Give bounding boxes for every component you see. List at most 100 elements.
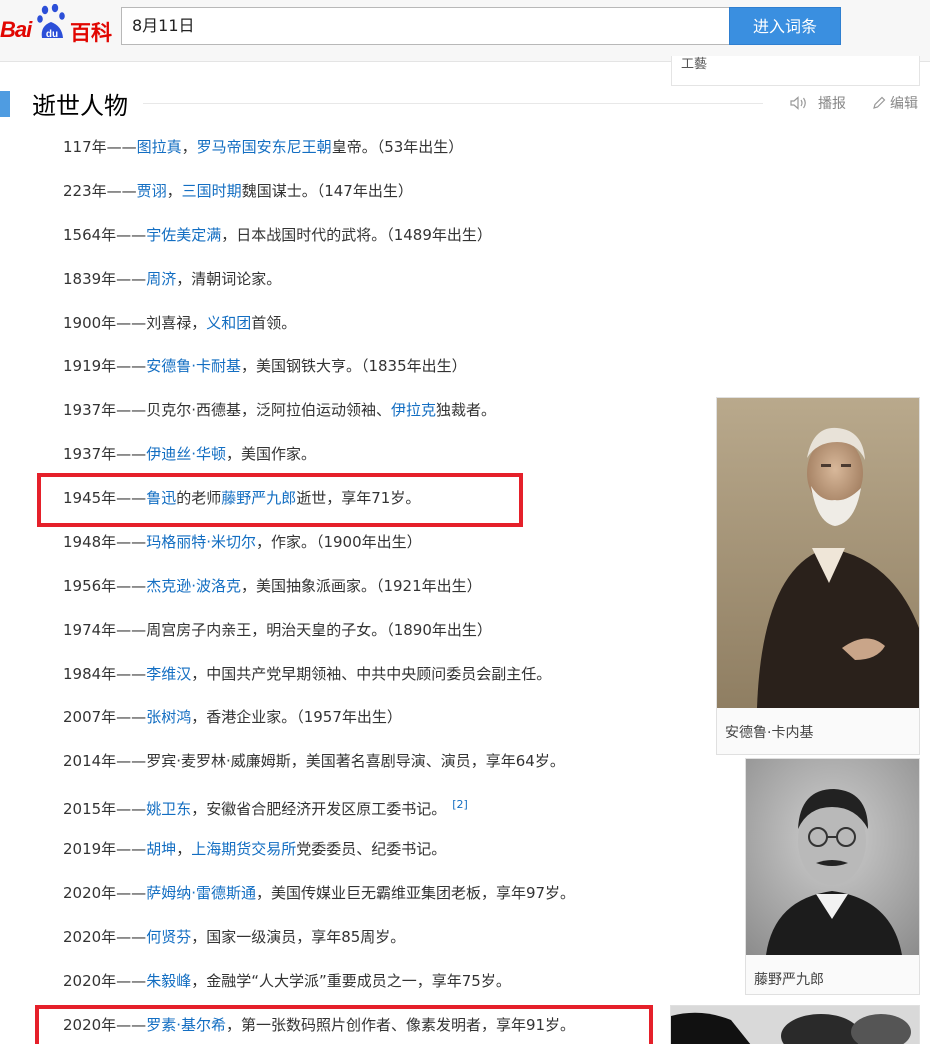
highlight-box-1945 bbox=[37, 473, 523, 527]
list-item: 2020年——萨姆纳·雷德斯通，美国传媒业巨无霸维亚集团老板，享年97岁。 bbox=[63, 881, 575, 905]
list-item: 2019年——胡坤，上海期货交易所党委委员、纪委书记。 bbox=[63, 837, 446, 861]
list-item-text: ，中国共产党早期领袖、中共中央顾问委员会副主任。 bbox=[191, 665, 552, 683]
entry-link[interactable]: 朱毅峰 bbox=[146, 972, 191, 990]
list-item-text: ，美国抽象派画家。（1921年出生） bbox=[240, 577, 482, 595]
list-item-text: 独裁者。 bbox=[435, 401, 496, 419]
list-item-text: ，国家一级演员，享年85周岁。 bbox=[191, 928, 406, 946]
carnegie-photo bbox=[717, 398, 919, 708]
entry-link[interactable]: 伊拉克 bbox=[391, 401, 436, 419]
entry-link[interactable]: 义和团 bbox=[206, 314, 251, 332]
list-item-date: 1956年—— bbox=[63, 577, 147, 595]
entry-link[interactable]: 玛格丽特·米切尔 bbox=[146, 533, 256, 551]
list-item-date: 1937年—— bbox=[63, 401, 147, 419]
baidu-baike-logo[interactable]: Bai du 百科 bbox=[0, 4, 112, 45]
list-item-text: ，安徽省合肥经济开发区原工委书记。 bbox=[191, 800, 447, 818]
edit-label: 编辑 bbox=[890, 96, 918, 112]
entry-link[interactable]: 图拉真 bbox=[137, 138, 182, 156]
list-item: 1900年——刘喜禄，义和团首领。 bbox=[63, 311, 296, 335]
list-item: 1956年——杰克逊·波洛克，美国抽象派画家。（1921年出生） bbox=[63, 574, 482, 598]
list-item-date: 117年—— bbox=[63, 138, 137, 156]
section-divider bbox=[143, 103, 763, 104]
list-item-text: ，日本战国时代的武将。（1489年出生） bbox=[221, 226, 492, 244]
list-item-text: ，美国传媒业巨无霸维亚集团老板，享年97岁。 bbox=[255, 884, 576, 902]
picture-card-carnegie[interactable]: 安德鲁·卡内基 bbox=[716, 397, 920, 755]
top-bar: Bai du 百科 8月11日 进入词条 bbox=[0, 0, 930, 62]
search-input[interactable]: 8月11日 bbox=[121, 7, 729, 45]
list-item-text: ，清朝词论家。 bbox=[176, 270, 282, 288]
list-item: 1984年——李维汉，中国共产党早期领袖、中共中央顾问委员会副主任。 bbox=[63, 662, 551, 686]
pencil-icon bbox=[873, 96, 886, 109]
entry-link[interactable]: 安德鲁·卡耐基 bbox=[146, 357, 241, 375]
enter-entry-button[interactable]: 进入词条 bbox=[729, 7, 841, 45]
list-item-date: 2015年—— bbox=[63, 800, 147, 818]
list-item-text: 贝克尔·西德基，泛阿拉伯运动领袖、 bbox=[146, 401, 391, 419]
section-accent-bar bbox=[0, 91, 10, 117]
entry-link[interactable]: 胡坤 bbox=[146, 840, 176, 858]
entry-link[interactable]: 杰克逊·波洛克 bbox=[146, 577, 241, 595]
entry-link[interactable]: 罗马帝国安东尼王朝 bbox=[197, 138, 332, 156]
list-item: 2020年——何贤芬，国家一级演员，享年85周岁。 bbox=[63, 925, 405, 949]
list-item-date: 2014年—— bbox=[63, 752, 147, 770]
list-item-date: 1948年—— bbox=[63, 533, 147, 551]
edit-button[interactable]: 编辑 bbox=[872, 93, 918, 113]
entry-link[interactable]: 伊迪丝·华顿 bbox=[146, 445, 226, 463]
entry-link[interactable]: 贾诩 bbox=[137, 182, 167, 200]
list-item: 2014年——罗宾·麦罗林·威廉姆斯，美国著名喜剧导演、演员，享年64岁。 bbox=[63, 749, 565, 773]
list-item: 1839年——周济，清朝词论家。 bbox=[63, 267, 281, 291]
entry-link[interactable]: 何贤芬 bbox=[146, 928, 191, 946]
broadcast-button[interactable]: 播报 bbox=[790, 93, 846, 113]
list-item-date: 2019年—— bbox=[63, 840, 147, 858]
list-item: 1564年——宇佐美定满，日本战国时代的武将。（1489年出生） bbox=[63, 223, 492, 247]
list-item: 1919年——安德鲁·卡耐基，美国钢铁大亨。（1835年出生） bbox=[63, 354, 467, 378]
entry-link[interactable]: 李维汉 bbox=[146, 665, 191, 683]
list-item: 2007年——张树鸿，香港企业家。（1957年出生） bbox=[63, 705, 402, 729]
entry-link[interactable]: 周济 bbox=[146, 270, 176, 288]
list-item-text: ， bbox=[166, 182, 182, 200]
list-item: 1974年——周宫房子内亲王，明治天皇的子女。（1890年出生） bbox=[63, 618, 492, 642]
list-item-text: 党委委员、纪委书记。 bbox=[296, 840, 447, 858]
list-item: 2020年——朱毅峰，金融学“人大学派”重要成员之一，享年75岁。 bbox=[63, 969, 511, 993]
list-item-text: ，香港企业家。（1957年出生） bbox=[191, 708, 402, 726]
list-item: 117年——图拉真，罗马帝国安东尼王朝皇帝。（53年出生） bbox=[63, 135, 463, 159]
list-item-date: 1900年—— bbox=[63, 314, 147, 332]
list-item-date: 2007年—— bbox=[63, 708, 147, 726]
list-item-date: 2020年—— bbox=[63, 928, 147, 946]
carnegie-caption: 安德鲁·卡内基 bbox=[725, 725, 814, 741]
entry-link[interactable]: 萨姆纳·雷德斯通 bbox=[146, 884, 256, 902]
section-title: 逝世人物 bbox=[32, 92, 128, 120]
list-item-text: ，作家。（1900年出生） bbox=[255, 533, 422, 551]
list-item-date: 1984年—— bbox=[63, 665, 147, 683]
list-item-text: 刘喜禄， bbox=[146, 314, 207, 332]
list-item-date: 2020年—— bbox=[63, 972, 147, 990]
list-item-text: 魏国谋士。（147年出生） bbox=[241, 182, 413, 200]
list-item: 1937年——贝克尔·西德基，泛阿拉伯运动领袖、伊拉克独裁者。 bbox=[63, 398, 496, 422]
picture-card-fujino[interactable]: 藤野严九郎 bbox=[745, 758, 920, 995]
list-item-date: 1937年—— bbox=[63, 445, 147, 463]
list-item-text: 皇帝。（53年出生） bbox=[331, 138, 464, 156]
list-item-date: 223年—— bbox=[63, 182, 137, 200]
list-item-text: ，美国作家。 bbox=[225, 445, 316, 463]
list-item-text: ，金融学“人大学派”重要成员之一，享年75岁。 bbox=[191, 972, 511, 990]
speaker-icon bbox=[790, 96, 806, 110]
entry-link[interactable]: 张树鸿 bbox=[146, 708, 191, 726]
entry-link[interactable]: 宇佐美定满 bbox=[146, 226, 221, 244]
fujino-photo bbox=[746, 759, 919, 955]
broadcast-label: 播报 bbox=[818, 96, 846, 112]
entry-link[interactable]: 三国时期 bbox=[182, 182, 242, 200]
logo-text-baike: 百科 bbox=[70, 21, 112, 45]
entry-link[interactable]: 姚卫东 bbox=[146, 800, 191, 818]
list-item: 2015年——姚卫东，安徽省合肥经济开发区原工委书记。 [2] bbox=[63, 793, 468, 818]
list-item: 1937年——伊迪丝·华顿，美国作家。 bbox=[63, 442, 316, 466]
entry-link[interactable]: 上海期货交易所 bbox=[191, 840, 296, 858]
reference-link[interactable]: [2] bbox=[452, 798, 468, 811]
list-item-text: ， bbox=[176, 840, 192, 858]
list-item-text: ，美国钢铁大亨。（1835年出生） bbox=[240, 357, 467, 375]
picture-card-kirsch[interactable] bbox=[670, 1005, 920, 1044]
list-item-text: 罗宾·麦罗林·威廉姆斯，美国著名喜剧导演、演员，享年64岁。 bbox=[146, 752, 565, 770]
list-item-text: 周宫房子内亲王，明治天皇的子女。（1890年出生） bbox=[146, 621, 492, 639]
logo-text-du: du bbox=[46, 29, 58, 40]
paw-icon: du bbox=[37, 4, 65, 40]
logo-text-bai: Bai bbox=[0, 17, 32, 42]
fujino-caption: 藤野严九郎 bbox=[754, 972, 824, 988]
highlight-box-2020 bbox=[35, 1005, 653, 1044]
